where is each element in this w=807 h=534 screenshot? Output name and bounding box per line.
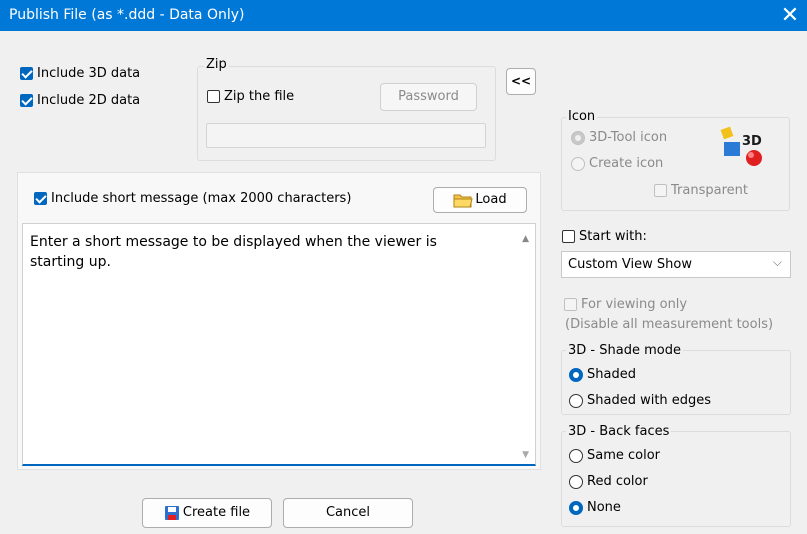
- icon-group-title: Icon: [566, 109, 598, 124]
- same-color-radio[interactable]: [569, 448, 583, 463]
- create-icon-radio: [571, 156, 585, 171]
- shaded-edges-radio[interactable]: [569, 393, 583, 408]
- include-2d-checkbox[interactable]: [20, 94, 33, 107]
- zip-checkbox[interactable]: [207, 90, 220, 103]
- none-label: None: [587, 500, 621, 515]
- shaded-option[interactable]: Shaded: [569, 367, 636, 382]
- viewing-only-sublabel: (Disable all measurement tools): [565, 317, 774, 332]
- viewing-only-option: For viewing only: [564, 297, 687, 312]
- viewing-only-label: For viewing only: [581, 297, 688, 312]
- transparent-option: Transparent: [654, 183, 748, 198]
- transparent-label: Transparent: [671, 183, 748, 198]
- viewing-only-checkbox: [564, 298, 577, 311]
- include-message-option[interactable]: Include short message (max 2000 characte…: [34, 191, 351, 206]
- scroll-down-icon[interactable]: ▼: [522, 450, 529, 460]
- save-icon: [164, 506, 179, 520]
- none-radio[interactable]: [569, 500, 583, 515]
- start-with-option[interactable]: Start with:: [562, 229, 647, 244]
- include-3d-checkbox[interactable]: [20, 67, 33, 80]
- include-3d-option[interactable]: Include 3D data: [20, 66, 140, 81]
- start-with-select[interactable]: Custom View Show ⌵: [561, 251, 791, 278]
- publish-file-dialog: Publish File (as *.ddd - Data Only) ✕ In…: [0, 0, 807, 534]
- shade-mode-title: 3D - Shade mode: [566, 343, 683, 358]
- red-color-label: Red color: [587, 474, 648, 489]
- same-color-label: Same color: [587, 448, 661, 463]
- include-message-checkbox[interactable]: [34, 192, 47, 205]
- transparent-checkbox: [654, 184, 667, 197]
- load-button[interactable]: Load: [433, 187, 527, 213]
- include-3d-label: Include 3D data: [37, 66, 141, 81]
- start-with-label: Start with:: [579, 229, 647, 244]
- folder-icon: [453, 194, 474, 208]
- zip-path-field[interactable]: [206, 123, 486, 148]
- include-2d-option[interactable]: Include 2D data: [20, 93, 140, 108]
- shaded-edges-option[interactable]: Shaded with edges: [569, 393, 711, 408]
- include-message-label: Include short message (max 2000 characte…: [51, 191, 352, 206]
- start-with-checkbox[interactable]: [562, 230, 575, 243]
- tool-icon-radio: [571, 130, 585, 145]
- red-color-radio[interactable]: [569, 474, 583, 489]
- zip-group-title: Zip: [204, 57, 229, 72]
- window-title: Publish File (as *.ddd - Data Only): [9, 7, 245, 23]
- back-faces-title: 3D - Back faces: [566, 424, 672, 439]
- same-color-option[interactable]: Same color: [569, 448, 660, 463]
- tool-icon-label: 3D-Tool icon: [589, 130, 668, 145]
- shaded-edges-label: Shaded with edges: [587, 393, 712, 408]
- tool-icon-option: 3D-Tool icon: [571, 130, 667, 145]
- password-button[interactable]: Password: [380, 83, 477, 111]
- message-text: Enter a short message to be displayed wh…: [30, 234, 437, 270]
- zip-option[interactable]: Zip the file: [207, 89, 294, 104]
- create-icon-label: Create icon: [589, 156, 664, 171]
- logo-badge: 3D: [742, 134, 762, 149]
- chevron-down-icon[interactable]: ⌵: [773, 255, 782, 270]
- shaded-label: Shaded: [587, 367, 636, 382]
- scroll-up-icon[interactable]: ▲: [522, 234, 529, 244]
- message-textarea[interactable]: Enter a short message to be displayed wh…: [22, 223, 536, 466]
- load-label: Load: [475, 192, 507, 207]
- 3d-tool-logo-icon: 3D: [720, 124, 768, 168]
- include-2d-label: Include 2D data: [37, 93, 141, 108]
- zip-label: Zip the file: [224, 89, 295, 104]
- create-file-button[interactable]: Create file: [142, 498, 272, 528]
- collapse-button[interactable]: <<: [506, 68, 536, 95]
- create-icon-option: Create icon: [571, 156, 663, 171]
- title-bar[interactable]: Publish File (as *.ddd - Data Only) ✕: [0, 0, 807, 31]
- shaded-radio[interactable]: [569, 367, 583, 382]
- none-option[interactable]: None: [569, 500, 621, 515]
- create-file-label: Create file: [182, 505, 251, 520]
- close-icon[interactable]: ✕: [773, 0, 807, 31]
- red-color-option[interactable]: Red color: [569, 474, 648, 489]
- start-with-value: Custom View Show: [568, 257, 692, 272]
- cancel-button[interactable]: Cancel: [283, 498, 413, 528]
